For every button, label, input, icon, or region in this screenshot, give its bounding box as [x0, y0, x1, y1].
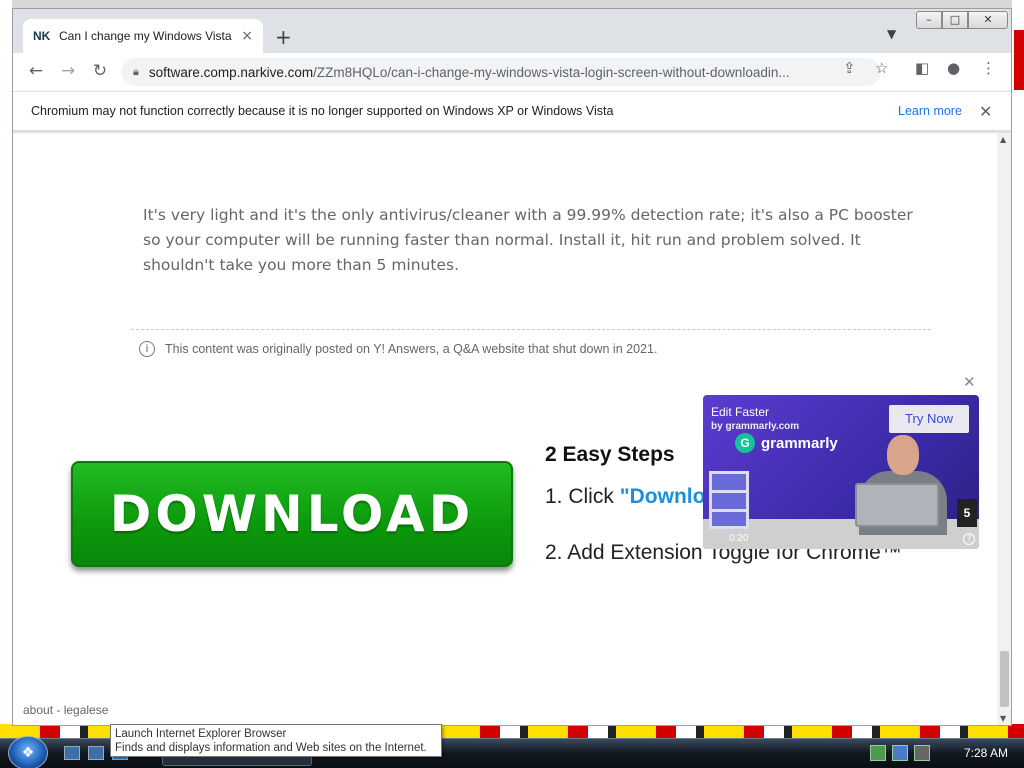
desktop-background-right: [1012, 0, 1024, 740]
scroll-thumb[interactable]: [1000, 651, 1009, 707]
video-ad-byline: by grammarly.com: [711, 421, 800, 432]
ad-close-icon[interactable]: ✕: [963, 373, 976, 391]
windows-logo-icon: ❖: [21, 745, 35, 761]
unsupported-os-infobar: Chromium may not function correctly beca…: [13, 91, 1011, 131]
footer-links[interactable]: about - legalese: [23, 703, 108, 717]
tab-active[interactable]: NK Can I change my Windows Vista ×: [23, 19, 263, 53]
tooltip-body: Finds and displays information and Web s…: [115, 742, 427, 754]
site-favicon: NK: [33, 29, 51, 43]
content-divider: [131, 329, 931, 330]
answer-text: It's very light and it's the only antivi…: [143, 206, 913, 274]
video-ad-help-icon[interactable]: ?: [963, 533, 975, 545]
learn-more-link[interactable]: Learn more: [898, 104, 962, 118]
scroll-up-icon[interactable]: ▲: [1000, 135, 1006, 144]
reload-icon[interactable]: ↻: [89, 61, 111, 81]
back-icon[interactable]: ←: [25, 61, 47, 81]
tab-close-icon[interactable]: ×: [241, 28, 253, 44]
archive-notice: i This content was originally posted on …: [139, 341, 657, 357]
tab-search-chevron-icon[interactable]: ▼: [887, 27, 896, 41]
info-icon: i: [139, 341, 155, 357]
window-close-button[interactable]: ✕: [968, 11, 1008, 29]
taskbar-clock[interactable]: 7:28 AM: [964, 746, 1008, 760]
page-scrollbar[interactable]: ▲ ▼: [997, 133, 1011, 725]
desktop-background-left: [0, 0, 12, 740]
page-content: It's very light and it's the only antivi…: [13, 133, 997, 725]
grammarly-logo-icon: G: [735, 433, 755, 453]
video-ad-laptop: [855, 483, 939, 527]
ad-steps-title: 2 Easy Steps: [545, 443, 675, 466]
new-tab-icon[interactable]: +: [275, 25, 292, 49]
system-tray: [870, 745, 930, 761]
address-bar[interactable]: 🔒︎ software.comp.narkive.com/ZZm8HQLo/ca…: [121, 58, 881, 86]
bookmark-star-icon[interactable]: ☆: [875, 59, 888, 77]
download-ad-button[interactable]: DOWNLOAD: [71, 461, 513, 567]
video-ad-headline: Edit Faster: [711, 405, 770, 419]
window-maximize-button[interactable]: □: [942, 11, 968, 29]
video-ad-time: 0:20: [729, 533, 749, 544]
forward-icon[interactable]: →: [57, 61, 79, 81]
share-icon[interactable]: ⇪: [843, 59, 856, 77]
scroll-down-icon[interactable]: ▼: [1000, 714, 1006, 723]
url-text[interactable]: software.comp.narkive.com/ZZm8HQLo/can-i…: [149, 65, 839, 80]
switch-windows-icon[interactable]: [88, 746, 104, 760]
ad-step-1-prefix: 1. Click: [545, 485, 620, 508]
profile-icon[interactable]: ●: [947, 59, 960, 77]
download-ad-label: DOWNLOAD: [109, 485, 475, 543]
desktop-wallpaper-strip: [1014, 30, 1024, 90]
video-ad-brand-name: grammarly: [761, 434, 838, 452]
video-ad-skip-counter[interactable]: 5: [957, 499, 977, 527]
volume-muted-icon[interactable]: [914, 745, 930, 761]
tab-title: Can I change my Windows Vista: [59, 29, 232, 43]
try-now-button[interactable]: Try Now: [889, 405, 969, 433]
url-path: /ZZm8HQLo/can-i-change-my-windows-vista-…: [313, 64, 790, 80]
window-minimize-button[interactable]: –: [916, 11, 942, 29]
show-desktop-icon[interactable]: [64, 746, 80, 760]
lock-icon[interactable]: 🔒︎: [133, 65, 139, 79]
video-ad-brand: Ggrammarly: [735, 433, 838, 453]
side-panel-icon[interactable]: ◧: [915, 59, 929, 77]
menu-kebab-icon[interactable]: ⋮: [981, 59, 996, 77]
tray-app-icon[interactable]: [870, 745, 886, 761]
ie-tooltip: Launch Internet Explorer Browser Finds a…: [110, 724, 442, 757]
video-ad[interactable]: Edit Faster by grammarly.com Ggrammarly …: [703, 395, 979, 549]
archive-notice-text: This content was originally posted on Y!…: [165, 342, 658, 356]
infobar-close-icon[interactable]: ✕: [979, 102, 992, 121]
ad-step-1: 1. Click "Downlo: [545, 485, 705, 509]
video-ad-shelf: [709, 471, 749, 529]
tab-strip: NK Can I change my Windows Vista × + ▼ –…: [13, 9, 1011, 53]
start-button[interactable]: ❖: [8, 736, 48, 768]
url-host: software.comp.narkive.com: [148, 64, 314, 80]
ad-step-1-link[interactable]: "Downlo: [620, 485, 706, 508]
network-icon[interactable]: [892, 745, 908, 761]
infobar-message: Chromium may not function correctly beca…: [31, 104, 614, 118]
tooltip-title: Launch Internet Explorer Browser: [115, 728, 287, 740]
browser-toolbar: ← → ↻ 🔒︎ software.comp.narkive.com/ZZm8H…: [13, 53, 1011, 91]
browser-window: NK Can I change my Windows Vista × + ▼ –…: [12, 8, 1012, 726]
